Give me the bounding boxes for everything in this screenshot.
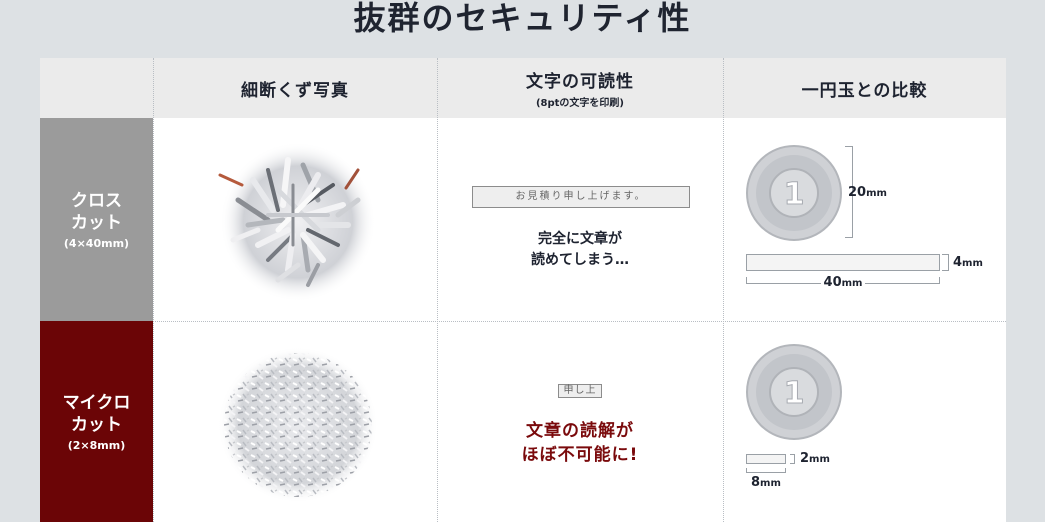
readability-note: 完全に文章が 読めてしまう… <box>437 229 723 271</box>
header-coin-label: 一円玉との比較 <box>801 80 928 101</box>
shredded-paper-cross-cut-image <box>218 142 376 302</box>
column-divider <box>723 58 724 522</box>
row-label-size: (4×40mm) <box>63 236 130 250</box>
page-title: 抜群のセキュリティ性 <box>353 0 692 37</box>
readability-note: 文章の読解が ほぼ不可能に! <box>437 419 723 467</box>
sample-text-box: お見積り申し上げます。 <box>472 186 690 208</box>
micro-cut-strip-size <box>746 454 786 464</box>
row-label-micro-cut: マイクロ カット (2×8mm) <box>40 321 153 522</box>
column-divider <box>153 58 154 522</box>
readability-note-line1: 完全に文章が <box>538 231 622 247</box>
one-yen-coin-icon: 1 <box>746 344 842 440</box>
readability-note-line2: ほぼ不可能に! <box>521 445 639 465</box>
strip-width-label: 8mm <box>751 475 781 490</box>
sample-text-fragment: 申し上 <box>558 384 602 398</box>
row-label-line2: カット <box>71 414 122 435</box>
header-coin: 一円玉との比較 <box>723 58 1006 118</box>
row-label-line1: マイクロ <box>62 392 131 413</box>
header-readability: 文字の可読性 (8ptの文字を印刷) <box>437 58 723 118</box>
header-photo-label: 細断くず写真 <box>241 80 349 101</box>
strip-width-bracket <box>746 468 786 473</box>
row-label-line1: クロス <box>71 190 122 211</box>
cross-cut-strip-size <box>746 254 940 271</box>
header-photo: 細断くず写真 <box>153 58 437 118</box>
svg-text:1: 1 <box>784 376 805 411</box>
row-label-size: (2×8mm) <box>67 438 126 452</box>
strip-width-label: 40mm <box>746 275 940 290</box>
header-readability-label: 文字の可読性 <box>526 72 634 92</box>
header-readability-sub: (8ptの文字を印刷) <box>535 98 625 109</box>
shredded-paper-micro-cut-image <box>218 347 378 503</box>
strip-height-label: 4mm <box>953 255 983 270</box>
svg-text:1: 1 <box>784 177 805 212</box>
readability-note-line2: 読めてしまう… <box>531 252 629 268</box>
height-dimension-label: 20mm <box>848 185 887 200</box>
comparison-table: 細断くず写真 文字の可読性 (8ptの文字を印刷) 一円玉との比較 クロス カッ… <box>40 58 1006 522</box>
row-divider <box>153 321 1006 322</box>
strip-height-label: 2mm <box>800 451 830 466</box>
one-yen-coin-icon: 1 <box>746 145 842 241</box>
row-label-cross-cut: クロス カット (4×40mm) <box>40 118 153 321</box>
strip-height-bracket <box>790 454 795 464</box>
strip-height-bracket <box>942 254 949 271</box>
readability-note-line1: 文章の読解が <box>526 421 634 441</box>
row-label-line2: カット <box>71 212 122 233</box>
header-empty-cell <box>40 58 153 118</box>
